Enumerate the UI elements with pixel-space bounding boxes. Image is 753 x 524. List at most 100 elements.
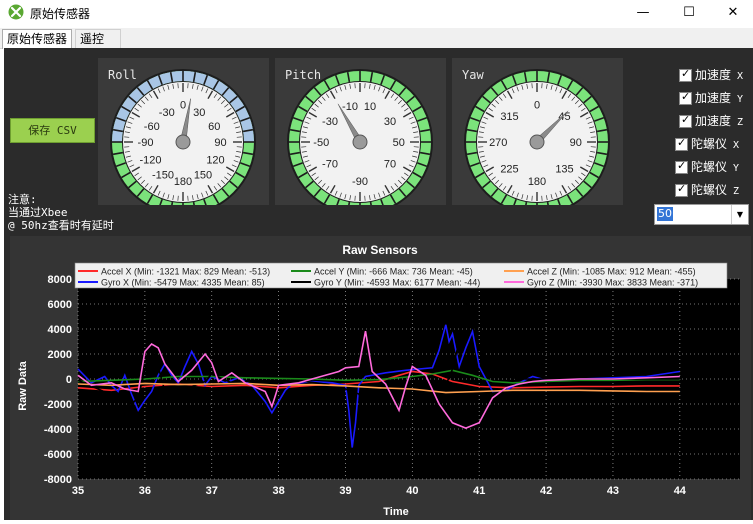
latency-note: 注意: 当通过Xbee @ 50hz查看时有延时 — [8, 193, 114, 232]
y-tick-label: -4000 — [44, 424, 72, 436]
gauge-tick-label: 0 — [534, 100, 540, 112]
pitch-gauge-label: Pitch — [285, 68, 321, 82]
gauge-hub — [176, 135, 190, 149]
gauge-tick-label: 30 — [384, 116, 396, 128]
y-tick-label: 0 — [66, 374, 72, 386]
gauge-tick-label: 315 — [500, 111, 518, 123]
gauge-tick-label: 0 — [180, 100, 186, 112]
y-tick-label: 2000 — [48, 349, 72, 361]
yaw-gauge-label: Yaw — [462, 68, 484, 82]
note-line-xbee: 当通过Xbee — [8, 206, 114, 219]
checkbox-label: 陀螺仪 — [691, 183, 727, 197]
gauge-tick-label: -30 — [322, 116, 338, 128]
checkbox-label: 加速度 — [695, 68, 731, 82]
gauge-tick-label: -90 — [138, 137, 154, 149]
close-button[interactable]: ✕ — [710, 0, 753, 25]
checkbox-box[interactable] — [679, 115, 692, 128]
gauge-tick-label: -60 — [144, 121, 160, 133]
legend-entry: Accel Z (Min: -1085 Max: 912 Mean: -455) — [527, 267, 696, 277]
checkbox-box[interactable] — [675, 184, 688, 197]
checkbox-axis: Z — [737, 117, 743, 128]
gauge-tick-label: 10 — [364, 101, 376, 113]
chart-svg: Raw Sensors Time Raw Data 35 36 37 38 39 40 41… — [10, 236, 751, 520]
tab-raw-sensors[interactable]: 原始传感器 — [2, 29, 72, 49]
title-bar: 原始传感器 — ☐ ✕ — [0, 0, 753, 25]
gauge-tick-label: 90 — [214, 137, 226, 149]
raw-sensors-chart: Raw Sensors Time Raw Data 35 36 37 38 39 40 41… — [10, 236, 751, 520]
checkbox-label: 陀螺仪 — [691, 137, 727, 151]
gauge-tick-label: -90 — [352, 176, 368, 188]
rate-select-value: 50 — [657, 207, 673, 221]
y-tick-label: -8000 — [44, 474, 72, 486]
x-tick-label: 44 — [674, 485, 687, 497]
gauge-tick-label: -120 — [139, 155, 161, 167]
pitch-gauge: -10 10 -30 30 -50 50 -70 70 -90 Pitch — [275, 58, 446, 205]
roll-gauge: -30030-6060-9090-120120-150180150 Roll — [98, 58, 269, 205]
roll-gauge-label: Roll — [108, 68, 137, 82]
checkbox-box[interactable] — [675, 161, 688, 174]
chart-title: Raw Sensors — [342, 243, 418, 257]
gauge-tick-label: 45 — [558, 111, 570, 123]
x-tick-label: 40 — [406, 485, 418, 497]
checkbox-box[interactable] — [679, 69, 692, 82]
checkbox-axis: X — [733, 140, 739, 151]
legend-entry: Gyro X (Min: -5479 Max: 4335 Mean: 85) — [101, 278, 265, 288]
checkbox-axis: Y — [733, 163, 739, 174]
x-tick-label: 37 — [206, 485, 218, 497]
checkbox-axis: Z — [733, 186, 739, 197]
gauge-tick-label: 225 — [500, 163, 518, 175]
gauge-tick-label: 70 — [384, 158, 396, 170]
x-tick-label: 42 — [540, 485, 552, 497]
gauge-tick-label: 150 — [194, 170, 212, 182]
maximize-button[interactable]: ☐ — [666, 0, 712, 25]
legend-entry: Accel Y (Min: -666 Max: 736 Mean: -45) — [314, 267, 473, 277]
minimize-button[interactable]: — — [620, 0, 666, 25]
x-tick-label: 43 — [607, 485, 619, 497]
gauge-tick-label: 270 — [489, 137, 507, 149]
gauge-tick-label: 60 — [208, 121, 220, 133]
checkbox-box[interactable] — [679, 92, 692, 105]
gauge-tick-label: 120 — [206, 155, 224, 167]
gauge-tick-label: -50 — [313, 137, 329, 149]
gauge-tick-label: 135 — [555, 163, 573, 175]
gauge-tick-label: 90 — [570, 137, 582, 149]
checkbox-label: 陀螺仪 — [691, 160, 727, 174]
checkbox-axis: X — [737, 71, 743, 82]
app-icon — [8, 4, 24, 20]
checkbox-box[interactable] — [675, 138, 688, 151]
note-title: 注意: — [8, 193, 114, 206]
checkbox-axis: Y — [737, 94, 743, 105]
legend-entry: Accel X (Min: -1321 Max: 829 Mean: -513) — [101, 267, 270, 277]
y-tick-label: 6000 — [48, 299, 72, 311]
tab-remote-control[interactable]: 遥控 — [75, 29, 121, 49]
gauge-hub — [530, 135, 544, 149]
note-line-rate: @ 50hz查看时有延时 — [8, 219, 114, 232]
x-axis-label: Time — [383, 506, 408, 518]
x-tick-label: 35 — [72, 485, 84, 497]
y-axis-label: Raw Data — [17, 360, 29, 410]
gauge-hub — [353, 135, 367, 149]
rate-select[interactable]: 50 ▼ — [654, 204, 749, 225]
x-tick-label: 36 — [139, 485, 151, 497]
gauge-tick-label: 180 — [174, 176, 192, 188]
gauge-tick-label: -10 — [342, 101, 358, 113]
y-tick-label: -2000 — [44, 399, 72, 411]
save-csv-button[interactable]: 保存 CSV — [10, 118, 95, 143]
legend-entry: Gyro Y (Min: -4593 Max: 6177 Mean: -44) — [314, 278, 480, 288]
gauge-tick-label: 50 — [393, 137, 405, 149]
gauge-tick-label: -70 — [322, 158, 338, 170]
x-tick-label: 39 — [339, 485, 351, 497]
checkbox-label: 加速度 — [695, 114, 731, 128]
x-tick-label: 38 — [272, 485, 284, 497]
legend-entry: Gyro Z (Min: -3930 Max: 3833 Mean: -371) — [527, 278, 698, 288]
checkbox-label: 加速度 — [695, 91, 731, 105]
chart-legend: Accel X (Min: -1321 Max: 829 Mean: -513)… — [75, 263, 727, 288]
gauge-tick-label: 180 — [528, 176, 546, 188]
y-tick-label: 8000 — [48, 274, 72, 286]
chevron-down-icon[interactable]: ▼ — [731, 205, 748, 224]
x-tick-label: 41 — [473, 485, 485, 497]
y-tick-label: 4000 — [48, 324, 72, 336]
tab-bar: 原始传感器 遥控 — [0, 28, 753, 49]
y-tick-label: -6000 — [44, 449, 72, 461]
gauge-tick-label: -30 — [159, 107, 175, 119]
